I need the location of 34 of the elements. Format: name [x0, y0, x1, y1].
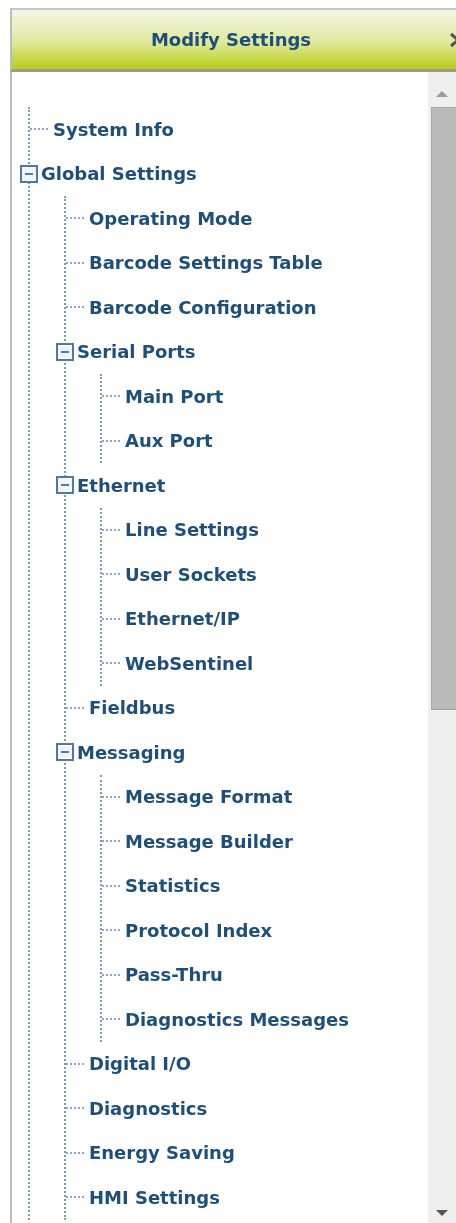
tree-item[interactable]: System Info — [53, 118, 174, 140]
panel-title: Modify Settings — [150, 29, 312, 50]
tree-item[interactable]: Global Settings — [41, 163, 197, 185]
tree-item[interactable]: Pass-Thru — [125, 964, 223, 986]
tree-item[interactable]: Ethernet/IP — [125, 608, 240, 630]
tree-item[interactable]: Fieldbus — [89, 697, 176, 719]
scrollbar-thumb[interactable] — [431, 107, 456, 710]
tree-item[interactable]: Operating Mode — [89, 207, 253, 229]
scroll-up-icon[interactable] — [435, 90, 449, 98]
tree-item[interactable]: User Sockets — [125, 563, 257, 585]
tree-item[interactable]: Barcode Configuration — [89, 296, 317, 318]
tree-item[interactable]: Protocol Index — [125, 919, 273, 941]
tree-item[interactable]: Serial Ports — [77, 341, 196, 363]
collapse-icon[interactable] — [19, 163, 39, 184]
tree-item[interactable]: HMI Settings — [89, 1186, 220, 1208]
collapse-icon[interactable] — [55, 475, 75, 496]
tree-item[interactable]: Message Format — [125, 786, 293, 808]
tree-item[interactable]: Statistics — [125, 875, 221, 897]
tree-item[interactable]: Main Port — [125, 385, 224, 407]
scroll-down-icon[interactable] — [435, 1209, 449, 1217]
tree-item[interactable]: Energy Saving — [89, 1142, 235, 1164]
tree-item[interactable]: Ethernet — [77, 474, 166, 496]
tree-item[interactable]: Barcode Settings Table — [89, 252, 323, 274]
tree-item[interactable]: Diagnostics — [89, 1097, 208, 1119]
tree-item[interactable]: Line Settings — [125, 519, 259, 541]
tree-item[interactable]: Diagnostics Messages — [125, 1008, 349, 1030]
tree-item[interactable]: Digital I/O — [89, 1053, 191, 1075]
scrollbar[interactable] — [428, 72, 456, 1223]
tree-item[interactable]: Aux Port — [125, 430, 213, 452]
tree-item[interactable]: Messaging — [77, 741, 186, 763]
collapse-icon[interactable] — [55, 742, 75, 763]
tree-item[interactable]: Message Builder — [125, 830, 293, 852]
collapse-icon[interactable] — [55, 341, 75, 362]
tree-item[interactable]: WebSentinel — [125, 652, 254, 674]
